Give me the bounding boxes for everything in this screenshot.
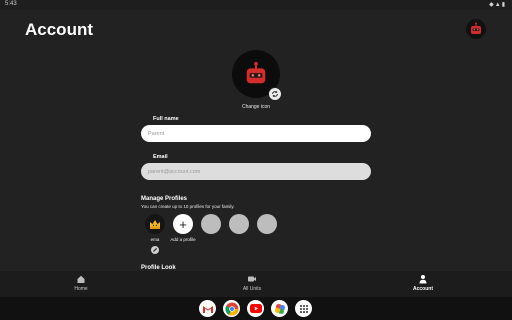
add-profile-button[interactable]: +: [173, 214, 193, 234]
status-icons: ◆▲▮: [489, 2, 506, 8]
status-time: 5:43: [5, 1, 17, 7]
nav-all-units[interactable]: All Units: [222, 274, 282, 292]
photos-glyph: [274, 303, 285, 314]
manage-profiles-subtitle: You can create up to 10 profiles for you…: [141, 204, 235, 209]
email-label: Email: [153, 154, 168, 160]
empty-profile-slot: [229, 214, 249, 234]
manage-profiles-title: Manage Profiles: [141, 196, 188, 202]
change-icon-label[interactable]: Change icon: [230, 104, 282, 110]
empty-profile-slot: [257, 214, 277, 234]
nav-account[interactable]: Account: [393, 274, 453, 292]
status-bar: 5:43 ◆▲▮: [0, 0, 512, 10]
taskbar: [0, 297, 512, 320]
account-avatar-button[interactable]: [466, 19, 486, 39]
youtube-icon[interactable]: [247, 300, 264, 317]
plus-icon: +: [179, 216, 187, 232]
home-icon: [77, 275, 85, 283]
nav-account-label: Account: [413, 286, 433, 292]
email-input[interactable]: [141, 163, 371, 180]
pencil-icon: [153, 247, 158, 252]
bottom-navigation: Home All Units Account: [0, 271, 512, 297]
nav-home[interactable]: Home: [51, 274, 111, 292]
empty-profile-slot: [201, 214, 221, 234]
crown-avatar-icon: [150, 220, 160, 229]
gmail-glyph: [202, 305, 213, 313]
nav-all-units-label: All Units: [242, 286, 262, 292]
app-drawer-icon[interactable]: [295, 300, 312, 317]
chrome-icon[interactable]: [223, 300, 240, 317]
photos-icon[interactable]: [271, 300, 288, 317]
video-icon: [248, 276, 256, 282]
youtube-glyph: [249, 304, 262, 313]
edit-profile-button[interactable]: [151, 246, 159, 254]
full-name-label: Full name: [153, 116, 179, 122]
profile-ema[interactable]: [145, 214, 165, 234]
chrome-glyph: [225, 302, 238, 315]
change-icon-button[interactable]: [268, 87, 282, 101]
gmail-icon[interactable]: [199, 300, 216, 317]
add-profile-label: Add a profile: [170, 237, 196, 242]
profile-ema-label: ema: [150, 237, 160, 242]
nav-home-label: Home: [74, 286, 88, 292]
robot-avatar-icon: [246, 61, 266, 84]
refresh-icon: [272, 91, 278, 97]
full-name-input[interactable]: [141, 125, 371, 142]
page-title: Account: [25, 20, 93, 39]
person-icon: [419, 275, 427, 284]
app-grid-glyph: [299, 304, 308, 313]
robot-avatar-icon: [471, 22, 481, 34]
